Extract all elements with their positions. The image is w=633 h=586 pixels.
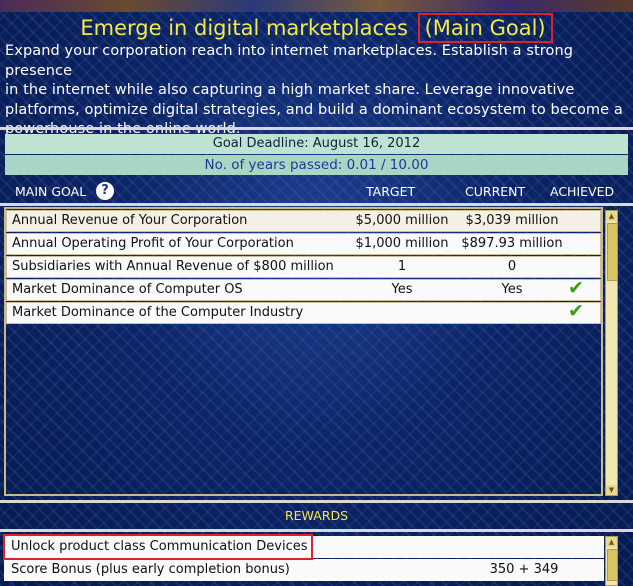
main-goal-tag: (Main Goal) [417,13,553,43]
scroll-down-icon[interactable]: ▼ [606,485,617,495]
reward-row[interactable]: Score Bonus (plus early completion bonus… [4,559,604,581]
table-row[interactable]: Subsidiaries with Annual Revenue of $800… [6,256,601,278]
row-name: Market Dominance of Computer OS [12,282,243,297]
goal-description: Expand your corporation reach into inter… [5,42,625,140]
divider [0,127,633,130]
row-name: Market Dominance of the Computer Industr… [12,305,304,320]
row-name: Annual Operating Profit of Your Corporat… [12,236,294,251]
row-current: Yes [501,282,523,297]
table-row[interactable]: Annual Operating Profit of Your Corporat… [6,233,601,255]
column-header-current: CURRENT [465,184,526,199]
table-row[interactable]: Annual Revenue of Your Corporation $5,00… [6,210,601,232]
reward-value: 350 + 349 [489,562,559,577]
goal-table-scrollbar[interactable]: ▲ ▼ [605,210,618,496]
description-line: in the internet while also capturing a h… [5,82,575,98]
top-image-strip [0,0,633,12]
column-header-achieved: ACHIEVED [550,184,615,199]
row-current: $3,039 million [465,213,559,228]
description-line: platforms, optimize digital strategies, … [5,101,623,118]
rewards-title: REWARDS [284,508,349,523]
row-target: Yes [391,282,413,297]
description-line: Expand your corporation reach into inter… [5,43,574,79]
table-row[interactable]: Market Dominance of Computer OS Yes Yes … [6,277,601,301]
row-name: Annual Revenue of Your Corporation [12,213,248,228]
scroll-up-icon[interactable]: ▲ [606,537,617,547]
reward-name: Score Bonus (plus early completion bonus… [11,562,290,577]
years-passed: No. of years passed: 0.01 / 10.00 [5,155,628,175]
row-target: $5,000 million [355,213,449,228]
row-target: 1 [397,259,407,274]
question-icon[interactable]: ? [96,182,114,200]
column-header-target: TARGET [366,184,416,199]
scroll-up-icon[interactable]: ▲ [606,211,617,221]
goal-title-text: Emerge in digital marketplaces [80,16,408,40]
highlight-box [3,534,313,560]
divider [0,529,633,532]
checkmark-icon: ✔ [568,300,584,322]
row-target: $1,000 million [355,236,449,251]
row-current: 0 [507,259,517,274]
row-current: $897.93 million [461,236,563,251]
scroll-thumb[interactable] [607,549,618,581]
goal-deadline: Goal Deadline: August 16, 2012 [5,134,628,154]
scroll-thumb[interactable] [607,223,618,281]
row-name: Subsidiaries with Annual Revenue of $800… [12,259,334,274]
divider [0,203,633,206]
column-header-main-goal: MAIN GOAL [15,184,87,199]
rewards-scrollbar[interactable]: ▲ [605,536,618,586]
checkmark-icon: ✔ [568,277,584,299]
table-row[interactable]: Market Dominance of the Computer Industr… [6,300,601,324]
goal-title: Emerge in digital marketplaces (Main Goa… [0,12,633,44]
divider [0,500,633,503]
